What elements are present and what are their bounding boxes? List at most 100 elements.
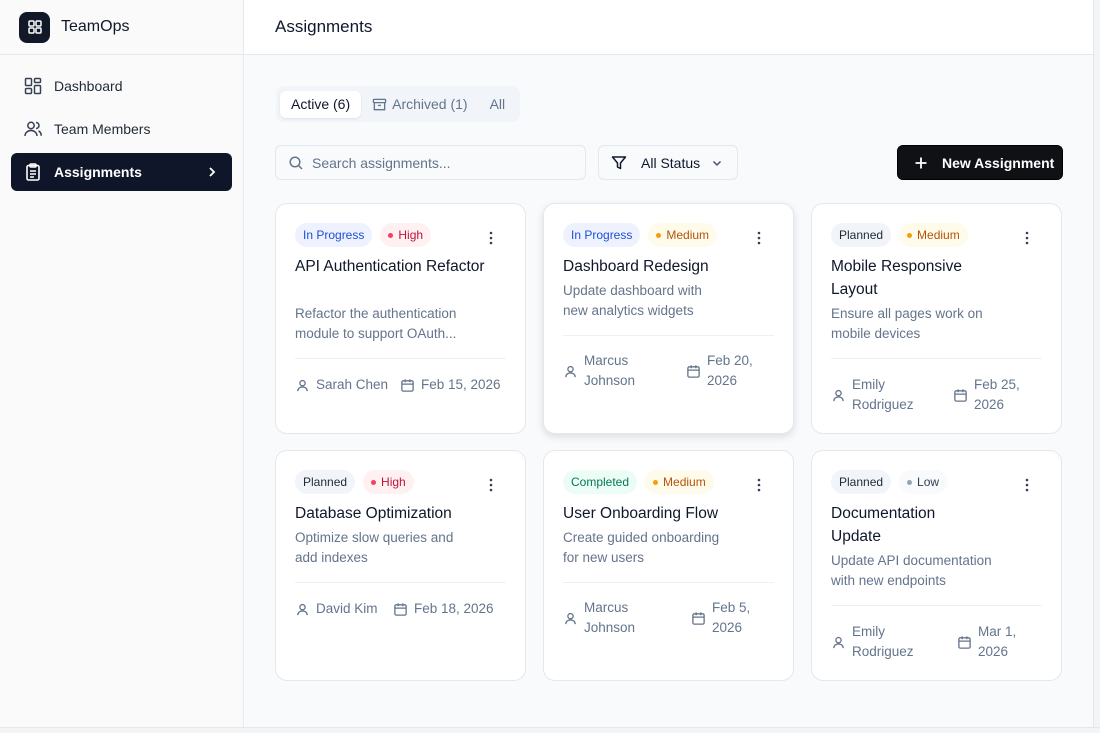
priority-dot <box>653 479 659 485</box>
priority-dot <box>656 232 662 238</box>
sidebar-item-dashboard[interactable]: Dashboard <box>11 67 232 105</box>
sidebar-item-assignments[interactable]: Assignments <box>11 153 232 191</box>
priority-dot <box>388 232 394 238</box>
more-vertical-icon[interactable] <box>1019 477 1035 493</box>
card-divider <box>295 358 506 359</box>
assignee-name: Marcus Johnson <box>584 600 636 635</box>
more-vertical-icon[interactable] <box>483 230 499 246</box>
card-due-date: Feb 25, 2026 <box>953 375 1033 415</box>
card-divider <box>831 358 1042 359</box>
status-badge: Planned <box>295 470 356 494</box>
sidebar-item-label: Team Members <box>54 121 151 137</box>
calendar-icon <box>687 364 700 378</box>
new-assignment-label: New Assignment <box>942 154 1055 171</box>
assignee-name: Marcus Johnson <box>584 353 636 388</box>
assignment-card[interactable]: Planned High Database Optimization Optim… <box>275 450 526 681</box>
card-description: Create guided onboarding for new users <box>563 530 720 565</box>
card-description: Update API documentation with new endpoi… <box>831 553 992 588</box>
priority-label: High <box>381 475 406 489</box>
user-icon <box>565 365 576 377</box>
page-title: Assignments <box>275 17 373 36</box>
priority-badge: Medium <box>648 223 718 247</box>
tab-all[interactable]: All <box>479 91 517 118</box>
assignment-card[interactable]: Completed Medium User Onboarding Flow Cr… <box>543 450 794 681</box>
new-assignment-button[interactable]: New Assignment <box>897 145 1063 180</box>
filter-label: All Status <box>641 154 701 171</box>
more-vertical-icon[interactable] <box>751 477 767 493</box>
brand: TeamOps <box>0 0 243 55</box>
more-vertical-icon[interactable] <box>483 477 499 493</box>
due-date: Feb 5, 2026 <box>712 600 751 635</box>
user-icon <box>297 603 308 615</box>
due-date: Feb 18, 2026 <box>414 601 494 616</box>
dashboard-icon <box>24 77 42 95</box>
card-title: User Onboarding Flow <box>563 505 719 522</box>
status-filter-select[interactable]: All Status <box>598 145 738 180</box>
card-title: Mobile Responsive Layout <box>831 258 962 298</box>
card-divider <box>831 605 1042 606</box>
user-icon <box>833 389 844 401</box>
sidebar-item-label: Dashboard <box>54 78 123 94</box>
priority-dot <box>907 232 913 238</box>
assignee-name: Emily Rodriguez <box>852 624 914 659</box>
tab-active[interactable]: Active (6) <box>280 90 362 118</box>
priority-badge: Medium <box>645 470 714 494</box>
window-edge-bottom <box>0 727 1100 733</box>
chevron-down-icon <box>713 160 722 166</box>
card-description: Optimize slow queries and add indexes <box>295 530 454 565</box>
assignee-name: Sarah Chen <box>316 377 389 392</box>
priority-label: Medium <box>663 475 706 489</box>
assignee-name: Emily Rodriguez <box>852 377 914 412</box>
calendar-icon <box>401 378 414 392</box>
priority-badge: High <box>363 470 414 494</box>
sidebar-nav: Dashboard Team Members Assignments <box>0 55 243 208</box>
filter-icon <box>611 155 627 169</box>
calendar-icon <box>954 388 967 402</box>
assignment-card[interactable]: Planned Low Documentation Update Update … <box>811 450 1062 681</box>
card-assignee: David Kim <box>295 599 378 619</box>
calendar-icon <box>692 611 705 625</box>
app-name: TeamOps <box>61 18 130 35</box>
page-header: Assignments <box>244 0 1094 55</box>
users-icon <box>24 121 42 137</box>
tab-label: Active (6) <box>291 96 351 112</box>
tab-label: Archived (1) <box>392 96 468 112</box>
sidebar-item-label: Assignments <box>54 164 142 180</box>
card-due-date: Feb 15, 2026 <box>400 375 501 395</box>
card-assignee: Marcus Johnson <box>563 598 653 638</box>
grid-icon <box>19 11 50 43</box>
tab-archived[interactable]: Archived (1) <box>361 91 478 118</box>
user-icon <box>833 636 844 648</box>
archive-icon <box>372 98 387 110</box>
priority-badge: Medium <box>899 223 968 247</box>
card-due-date: Mar 1, 2026 <box>957 622 1027 662</box>
card-assignee: Emily Rodriguez <box>831 622 921 662</box>
tab-label: All <box>489 96 506 112</box>
search-box <box>275 145 586 180</box>
status-badge: Planned <box>831 470 892 494</box>
assignment-card[interactable]: In Progress High API Authentication Refa… <box>275 203 526 434</box>
card-title: Dashboard Redesign <box>563 258 709 275</box>
due-date: Feb 15, 2026 <box>421 377 501 392</box>
card-description: Update dashboard with new analytics widg… <box>563 283 702 318</box>
assignment-card[interactable]: In Progress Medium Dashboard Redesign Up… <box>543 203 794 434</box>
sidebar-item-team-members[interactable]: Team Members <box>11 110 232 148</box>
due-date: Feb 25, 2026 <box>974 377 1020 412</box>
card-divider <box>563 335 774 336</box>
status-badge: In Progress <box>295 223 373 247</box>
card-description: Refactor the authentication module to su… <box>295 306 457 341</box>
card-assignee: Sarah Chen <box>295 375 388 395</box>
tab-list: Active (6) Archived (1) All <box>276 86 521 122</box>
more-vertical-icon[interactable] <box>1019 230 1035 246</box>
priority-label: High <box>398 228 424 242</box>
card-assignee: Emily Rodriguez <box>831 375 921 415</box>
more-vertical-icon[interactable] <box>751 230 767 246</box>
card-description: Ensure all pages work on mobile devices <box>831 306 983 341</box>
card-title: Database Optimization <box>295 505 452 522</box>
sidebar: TeamOps Dashboard Team Members Assignmen… <box>0 0 244 727</box>
status-badge: Completed <box>563 470 638 494</box>
search-input[interactable] <box>312 154 572 171</box>
assignment-card[interactable]: Planned Medium Mobile Responsive Layout … <box>811 203 1062 434</box>
priority-dot <box>371 479 377 485</box>
user-icon <box>565 612 576 624</box>
